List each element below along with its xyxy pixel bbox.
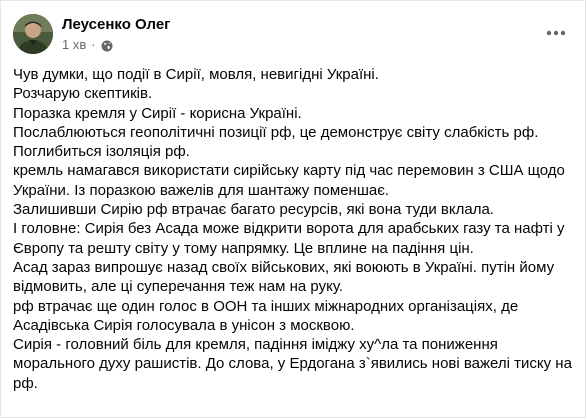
post-line: Сирія - головний біль для кремля, падінн…	[13, 336, 498, 354]
post-line: рф втрачає ще один голос в ООН та інших …	[13, 297, 519, 315]
post-line: рф.	[13, 374, 38, 392]
post-line: морального духу рашистів. До слова, у Ер…	[13, 355, 572, 373]
post-line: України. Із поразкою важелів для шантажу…	[13, 181, 390, 199]
post-line: Залишивши Сирію рф втрачає багато ресурс…	[13, 201, 494, 219]
author-name[interactable]: Леусенко Олег	[62, 15, 170, 34]
more-horizontal-icon	[546, 30, 566, 36]
post-line: Поглибиться ізоляція рф.	[13, 143, 190, 161]
post-card: Леусенко Олег 1 хв · Чув думки, що події…	[0, 0, 586, 418]
post-header: Леусенко Олег 1 хв ·	[13, 13, 170, 55]
post-line: Асадівська Сирія голосувала в унісон з м…	[13, 316, 355, 334]
post-line: Асад зараз випрошує назад своїх військов…	[13, 258, 555, 276]
post-text: Чув думки, що події в Сирії, мовля, неви…	[13, 65, 578, 393]
globe-icon[interactable]	[101, 39, 113, 51]
post-timestamp[interactable]: 1 хв	[62, 36, 86, 53]
post-line: І головне: Сирія без Асада може відкрити…	[13, 220, 565, 238]
post-line: відмовить, але ці суперечання теж нам на…	[13, 278, 343, 296]
post-line: Європу та решту світу у тому напрямку. Ц…	[13, 239, 474, 257]
avatar[interactable]	[13, 14, 53, 54]
post-line: Чув думки, що події в Сирії, мовля, неви…	[13, 66, 379, 83]
post-line: кремль намагався використати сирійську к…	[13, 162, 565, 180]
post-line: Розчарую скептиків.	[13, 85, 153, 103]
more-options-button[interactable]	[541, 21, 571, 45]
author-block: Леусенко Олег 1 хв ·	[62, 15, 170, 53]
meta-separator: ·	[91, 37, 96, 52]
post-meta: 1 хв ·	[62, 36, 170, 53]
post-line: Поразка кремля у Сирії - корисна Україні…	[13, 104, 302, 122]
post-line: Послаблюються геополітичні позиції рф, ц…	[13, 123, 539, 141]
